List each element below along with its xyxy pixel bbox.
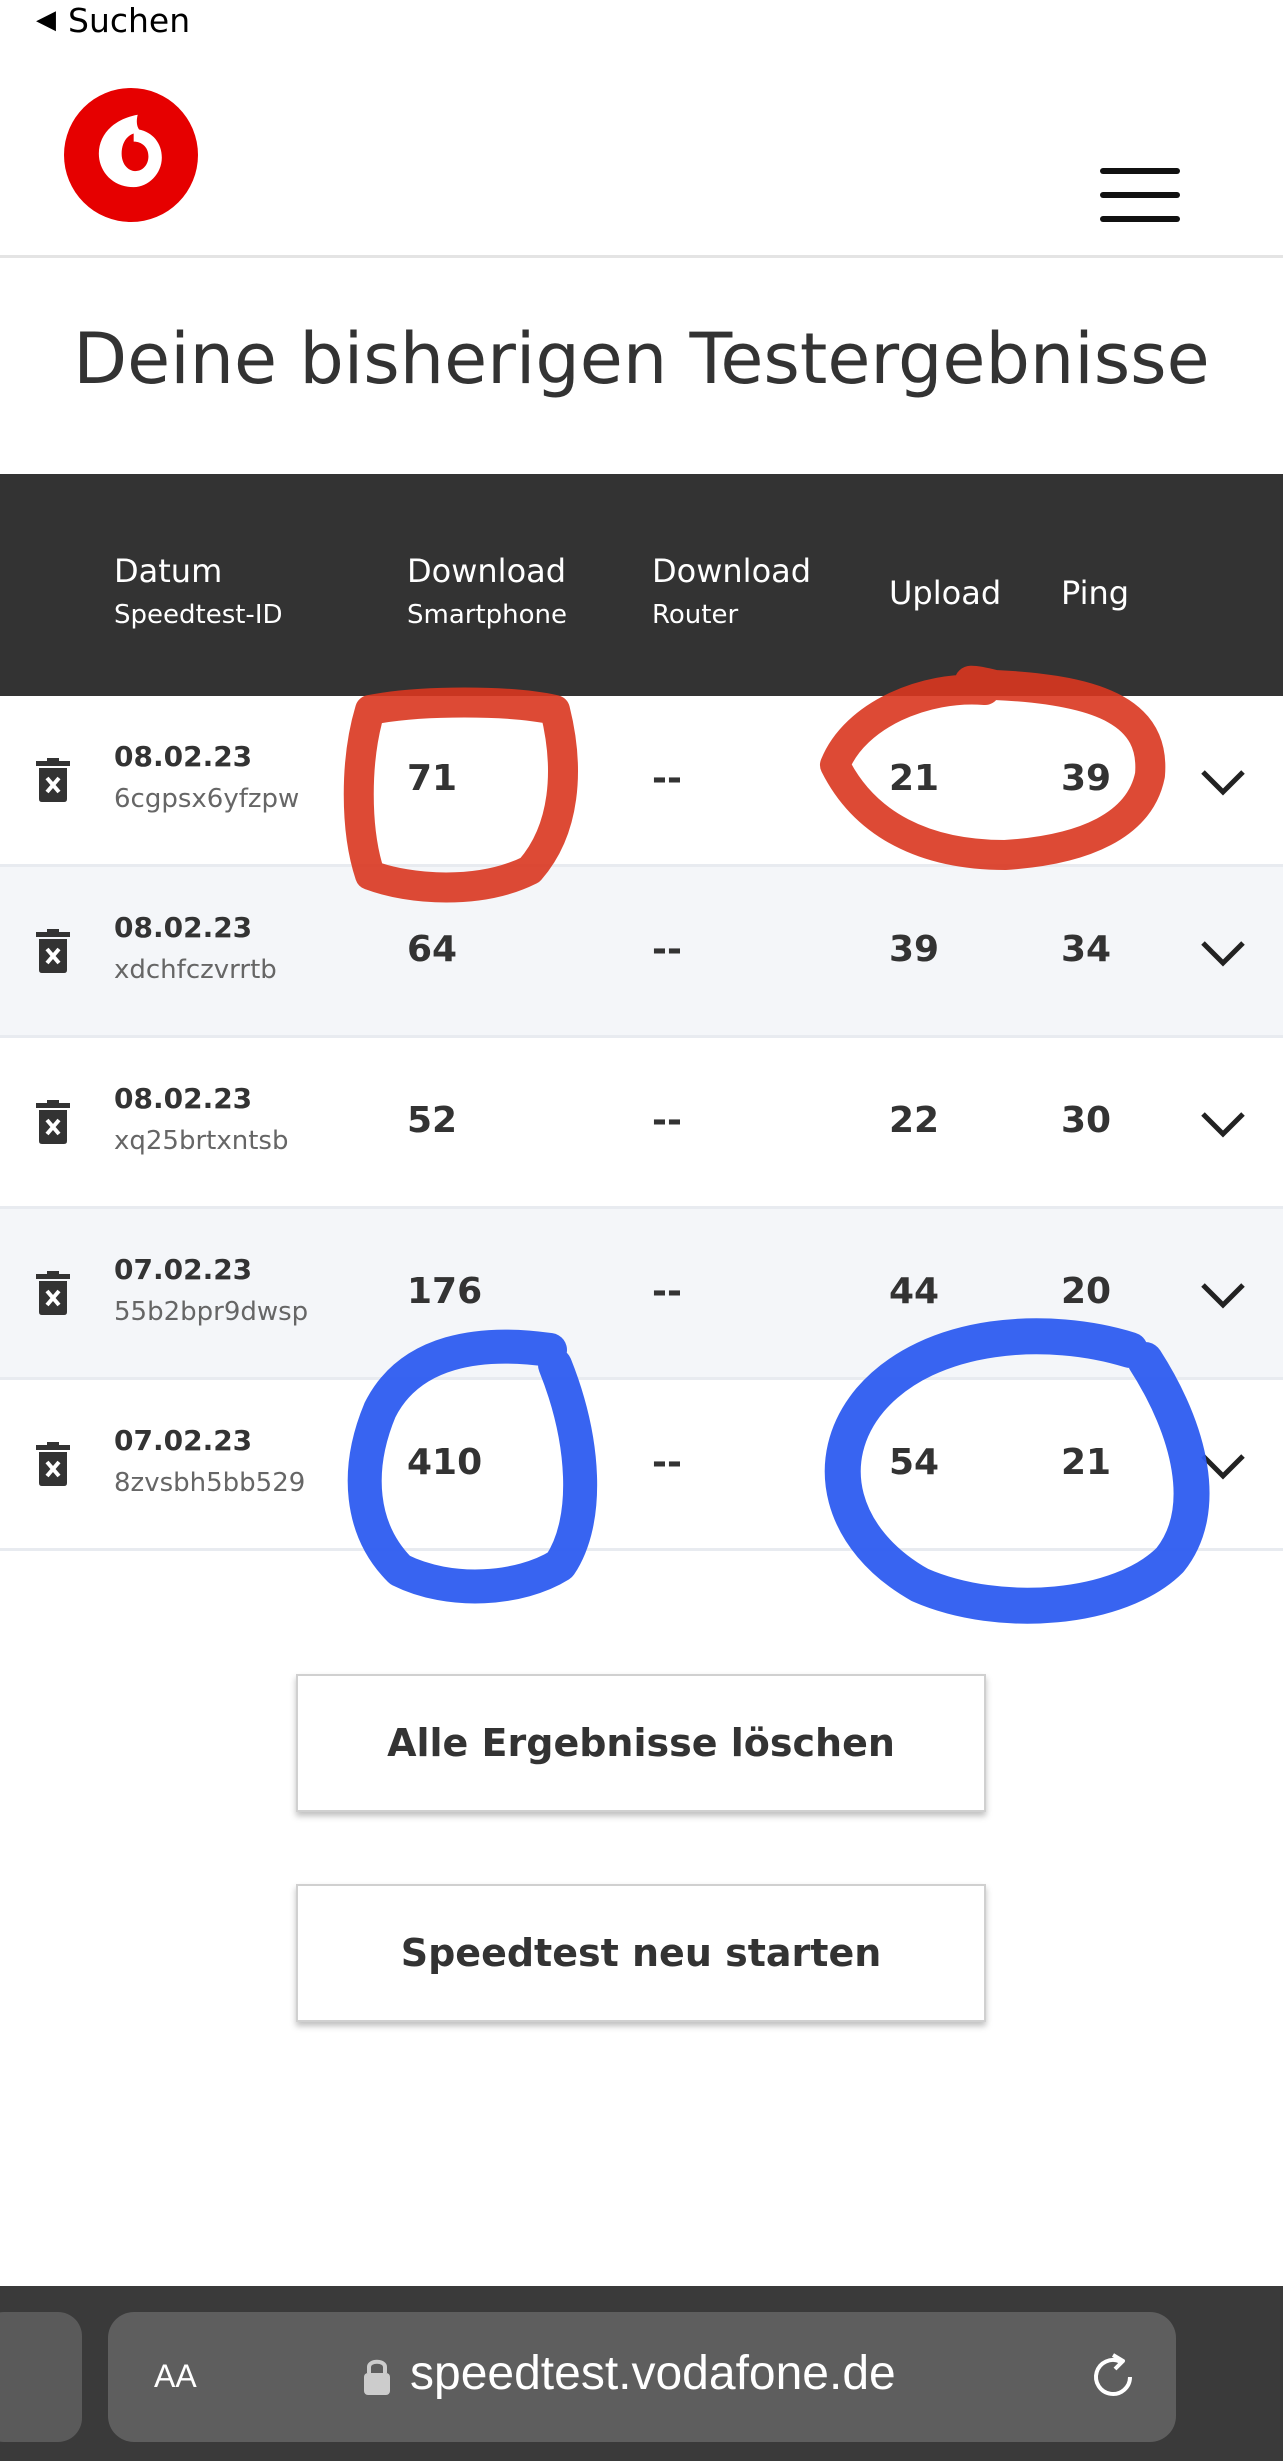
site-header <box>0 40 1283 258</box>
reload-icon[interactable] <box>1086 2350 1140 2404</box>
chevron-down-icon[interactable] <box>1200 939 1246 967</box>
result-upload: 44 <box>889 1271 940 1312</box>
previous-tab-preview[interactable] <box>0 2312 82 2442</box>
lock-icon <box>364 2359 390 2395</box>
delete-all-results-button[interactable]: Alle Ergebnisse löschen <box>296 1674 986 1812</box>
back-to-search-link[interactable]: ◀ Suchen <box>36 0 190 40</box>
result-download-router: -- <box>652 1271 682 1312</box>
table-row[interactable]: 08.02.23 xdchfczvrrtb 64 -- 39 34 <box>0 867 1283 1038</box>
result-ping: 30 <box>1061 1100 1112 1141</box>
restart-speedtest-button[interactable]: Speedtest neu starten <box>296 1884 986 2022</box>
result-download-router: -- <box>652 1442 682 1483</box>
column-header-upload: Upload <box>889 574 1002 612</box>
column-header-download-smartphone: Download Smartphone <box>407 552 568 630</box>
result-speedtest-id: xdchfczvrrtb <box>114 955 277 985</box>
chevron-down-icon[interactable] <box>1200 768 1246 796</box>
column-header-download-router: Download Router <box>652 552 812 630</box>
result-date: 07.02.23 <box>114 1253 253 1286</box>
chevron-down-icon[interactable] <box>1200 1110 1246 1138</box>
result-ping: 34 <box>1061 929 1112 970</box>
results-table-header: Datum Speedtest-ID Download Smartphone D… <box>0 474 1283 696</box>
result-upload: 54 <box>889 1442 940 1483</box>
result-upload: 22 <box>889 1100 940 1141</box>
result-date: 08.02.23 <box>114 911 253 944</box>
page-title: Deine bisherigen Testergebnisse <box>73 318 1210 400</box>
address-bar[interactable]: AA speedtest.vodafone.de <box>108 2312 1176 2442</box>
table-row[interactable]: 08.02.23 6cgpsx6yfzpw 71 -- 21 39 <box>0 696 1283 867</box>
delete-result-icon[interactable] <box>36 929 70 973</box>
result-upload: 21 <box>889 758 940 799</box>
back-label: Suchen <box>68 0 191 40</box>
url-text: speedtest.vodafone.de <box>410 2347 896 2400</box>
table-row[interactable]: 07.02.23 55b2bpr9dwsp 176 -- 44 20 <box>0 1209 1283 1380</box>
delete-result-icon[interactable] <box>36 1100 70 1144</box>
result-download-smartphone: 52 <box>407 1100 458 1141</box>
result-upload: 39 <box>889 929 940 970</box>
result-download-smartphone: 71 <box>407 758 458 799</box>
result-download-smartphone: 176 <box>407 1271 483 1312</box>
result-speedtest-id: 6cgpsx6yfzpw <box>114 784 300 814</box>
result-speedtest-id: xq25brtxntsb <box>114 1126 289 1156</box>
result-ping: 39 <box>1061 758 1112 799</box>
text-size-button[interactable]: AA <box>154 2348 197 2398</box>
result-date: 08.02.23 <box>114 1082 253 1115</box>
result-download-smartphone: 410 <box>407 1442 483 1483</box>
chevron-down-icon[interactable] <box>1200 1452 1246 1480</box>
chevron-down-icon[interactable] <box>1200 1281 1246 1309</box>
table-row[interactable]: 08.02.23 xq25brtxntsb 52 -- 22 30 <box>0 1038 1283 1209</box>
result-download-router: -- <box>652 929 682 970</box>
result-download-smartphone: 64 <box>407 929 458 970</box>
back-triangle-icon: ◀ <box>36 5 56 35</box>
table-row[interactable]: 07.02.23 8zvsbh5bb529 410 -- 54 21 <box>0 1380 1283 1551</box>
result-ping: 21 <box>1061 1442 1112 1483</box>
result-ping: 20 <box>1061 1271 1112 1312</box>
delete-result-icon[interactable] <box>36 758 70 802</box>
result-download-router: -- <box>652 1100 682 1141</box>
result-speedtest-id: 55b2bpr9dwsp <box>114 1297 309 1327</box>
vodafone-logo-icon[interactable] <box>64 88 198 222</box>
column-header-ping: Ping <box>1061 574 1130 612</box>
result-date: 07.02.23 <box>114 1424 253 1457</box>
column-header-date: Datum Speedtest-ID <box>114 552 283 630</box>
delete-result-icon[interactable] <box>36 1271 70 1315</box>
browser-toolbar: AA speedtest.vodafone.de <box>0 2286 1283 2461</box>
result-speedtest-id: 8zvsbh5bb529 <box>114 1468 306 1498</box>
result-download-router: -- <box>652 758 682 799</box>
result-date: 08.02.23 <box>114 740 253 773</box>
delete-result-icon[interactable] <box>36 1442 70 1486</box>
hamburger-menu-icon[interactable] <box>1100 168 1180 222</box>
